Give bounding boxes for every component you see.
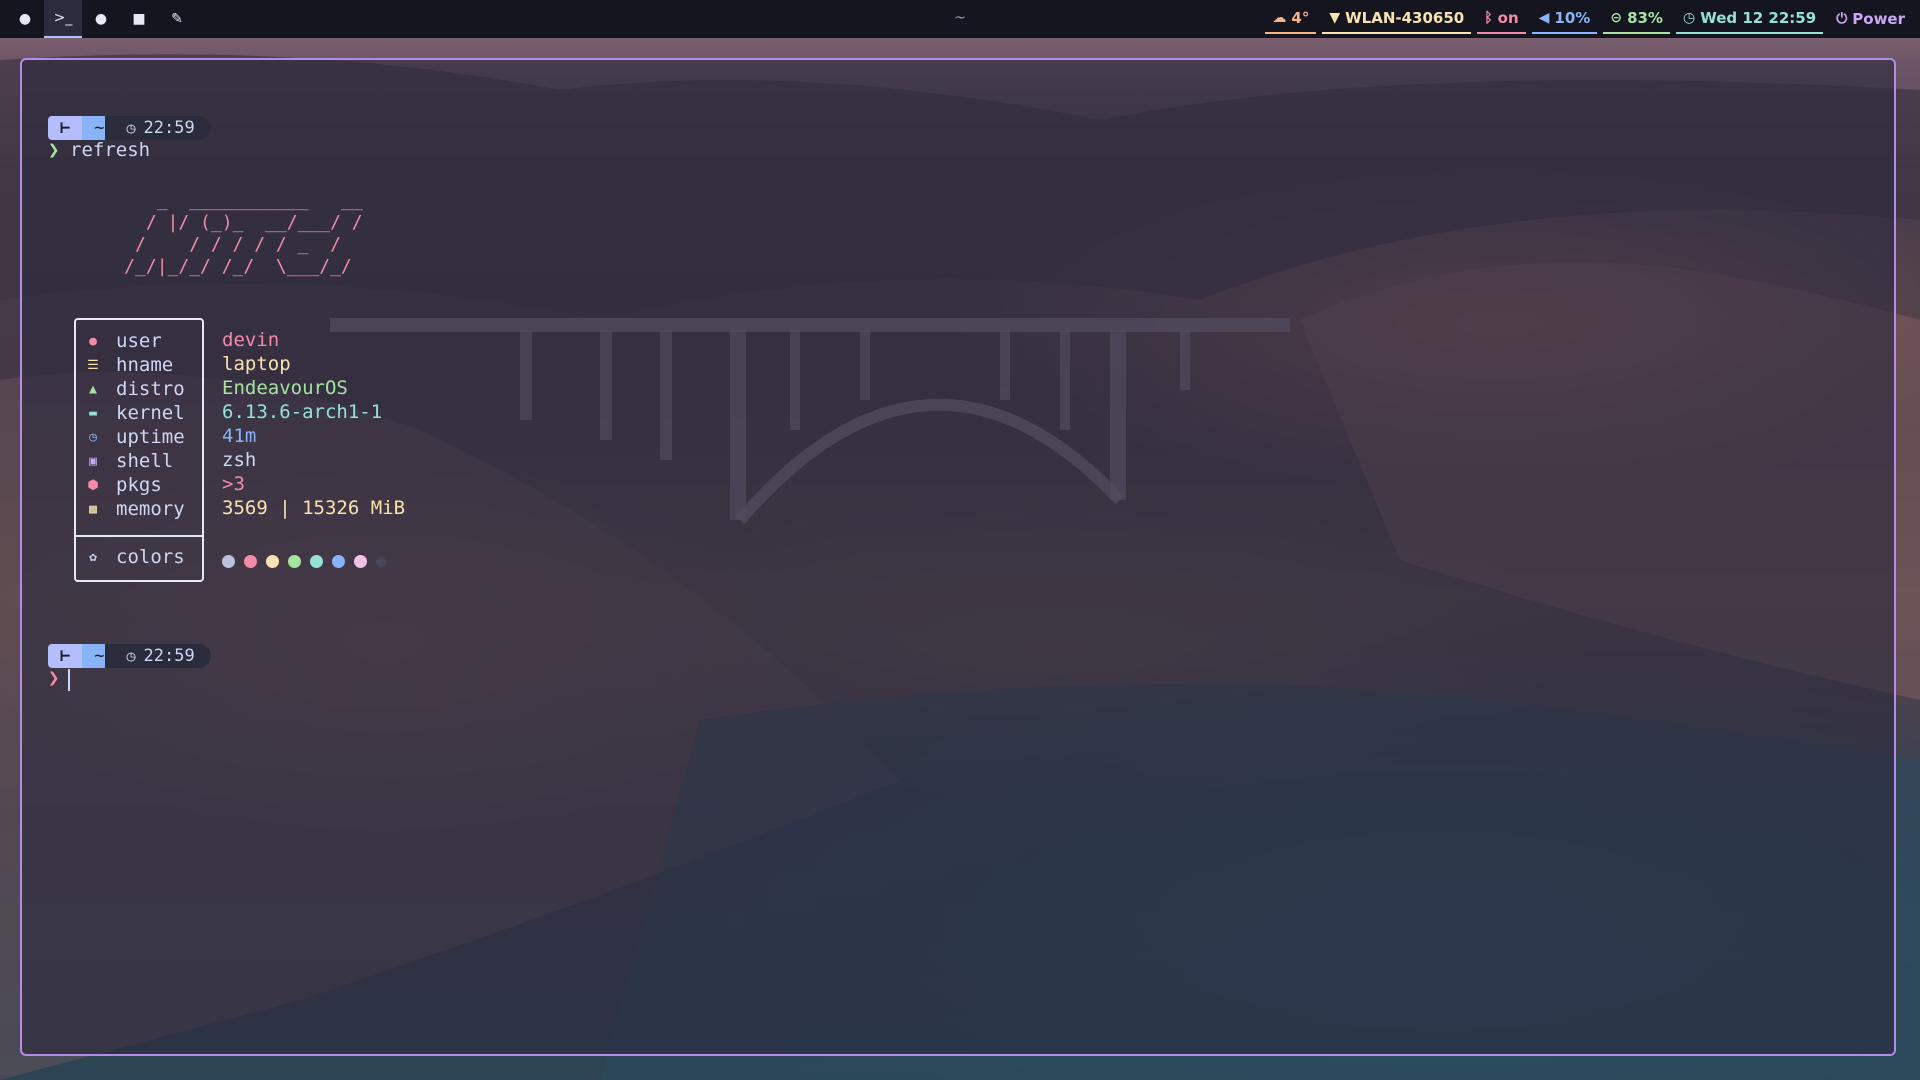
workspace-switcher: ● >_ ● ■ ✎ (0, 0, 196, 38)
color-dot (376, 557, 386, 567)
bluetooth-icon: ᛒ (1484, 10, 1493, 26)
fetch-value-user: devin (222, 329, 280, 351)
fetch-row-hname: ☰ hname (84, 353, 173, 377)
fetch-label: memory (116, 498, 185, 520)
wifi-text: WLAN-430650 (1345, 9, 1465, 27)
memory-icon: ▩ (89, 501, 97, 517)
fetch-value-uptime: 41m (222, 425, 257, 447)
color-dot (332, 555, 345, 568)
prompt-time: ◷ 22:59 (104, 116, 211, 140)
text-cursor (68, 669, 70, 691)
wifi-module[interactable]: ▼ WLAN-430650 (1322, 4, 1472, 34)
clock-icon: ◷ (126, 647, 136, 665)
fetch-row-distro: ▲ distro (84, 377, 185, 401)
battery-icon: ⊝ (1610, 10, 1623, 26)
color-dot (222, 555, 235, 568)
fetch-value-distro: EndeavourOS (222, 377, 348, 399)
prompt-arrow-icon: ❯ (48, 139, 60, 161)
color-dot (288, 555, 301, 568)
cloud-icon: ☁ (1272, 10, 1287, 26)
distro-icon: ▲ (89, 381, 97, 397)
color-dot (244, 555, 257, 568)
fetch-row-shell: ▣ shell (84, 449, 173, 473)
fetch-row-kernel: ▬ kernel (84, 401, 185, 425)
fetch-row-user: ● user (84, 329, 162, 353)
fetch-value-memory: 3569 | 15326 MiB (222, 497, 406, 519)
volume-icon: ◀ (1538, 10, 1550, 26)
weather-text: 4° (1291, 9, 1310, 27)
fetch-box-divider (74, 535, 204, 537)
hostname-icon: ☰ (87, 357, 99, 373)
window-title: ~ (954, 10, 966, 26)
fetch-label: distro (116, 378, 185, 400)
terminal-window[interactable]: ⊢ ~ ◷ 22:59 ❯ refresh _ ___________ __ / … (20, 58, 1896, 1056)
mail-icon[interactable]: ■ (120, 0, 158, 38)
kernel-icon: ▬ (89, 405, 97, 421)
fetch-label: user (116, 330, 162, 352)
color-dot (266, 555, 279, 568)
fetch-value-pkgs: >3 (222, 473, 245, 495)
clock-icon: ◷ (126, 119, 136, 137)
bluetooth-text: on (1497, 9, 1519, 27)
os-logo-icon: ⊢ (48, 644, 83, 668)
fetch-label: shell (116, 450, 174, 472)
fetch-row-uptime: ◷ uptime (84, 425, 185, 449)
bluetooth-module[interactable]: ᛒ on (1477, 4, 1526, 34)
weather-module[interactable]: ☁ 4° (1265, 4, 1317, 34)
top-status-bar: ● >_ ● ■ ✎ ~ ☁ 4° ▼ WLAN-430650 ᛒ on ◀ 10% ⊝… (0, 0, 1920, 38)
brush-icon[interactable]: ✎ (158, 0, 196, 38)
command-text: refresh (70, 139, 151, 161)
terminal-icon[interactable]: >_ (44, 0, 82, 38)
battery-module[interactable]: ⊝ 83% (1603, 4, 1670, 34)
fetch-label: hname (116, 354, 174, 376)
prompt-time-text: 22:59 (143, 646, 195, 666)
fetch-label: kernel (116, 402, 185, 424)
color-dot (354, 555, 367, 568)
uptime-icon: ◷ (89, 429, 97, 445)
prompt-arrow-icon: ❯ (48, 667, 60, 689)
fetch-value-shell: zsh (222, 449, 257, 471)
battery-text: 83% (1627, 9, 1663, 27)
fetch-label: colors (116, 546, 185, 568)
fetch-value-kernel: 6.13.6-arch1-1 (222, 401, 383, 423)
package-icon: ⬢ (87, 477, 99, 493)
power-button[interactable]: ⏻ Power (1829, 4, 1912, 34)
prompt-2: ⊢ ~ ◷ 22:59 (48, 644, 211, 668)
chat-icon[interactable]: ● (82, 0, 120, 38)
prompt-1: ⊢ ~ ◷ 22:59 (48, 116, 211, 140)
power-icon: ⏻ (1836, 11, 1848, 27)
shell-icon: ▣ (89, 453, 97, 469)
ascii-art-logo: _ ___________ __ / |/ (_)_ __/___/ / / /… (124, 190, 363, 277)
volume-module[interactable]: ◀ 10% (1531, 4, 1598, 34)
clock-icon: ◷ (1682, 10, 1696, 26)
os-logo-icon: ⊢ (48, 116, 83, 140)
fetch-row-colors: ✿ colors (84, 545, 185, 569)
palette-icon: ✿ (89, 549, 97, 565)
fetch-label: pkgs (116, 474, 162, 496)
color-dot (310, 555, 323, 568)
prompt-time: ◷ 22:59 (104, 644, 211, 668)
wifi-icon: ▼ (1329, 10, 1341, 26)
clock-text: Wed 12 22:59 (1700, 9, 1817, 27)
clock-module[interactable]: ◷ Wed 12 22:59 (1675, 4, 1824, 34)
fetch-value-hname: laptop (222, 353, 291, 375)
user-icon: ● (89, 333, 97, 349)
volume-text: 10% (1554, 9, 1591, 27)
prompt-time-text: 22:59 (143, 118, 195, 138)
fetch-row-memory: ▩ memory (84, 497, 185, 521)
fetch-row-pkgs: ⬢ pkgs (84, 473, 162, 497)
status-modules: ☁ 4° ▼ WLAN-430650 ᛒ on ◀ 10% ⊝ 83% ◷ Wed 12 2… (1259, 0, 1912, 38)
fetch-label: uptime (116, 426, 185, 448)
arch-logo-icon[interactable]: ● (6, 0, 44, 38)
power-text: Power (1852, 10, 1905, 28)
